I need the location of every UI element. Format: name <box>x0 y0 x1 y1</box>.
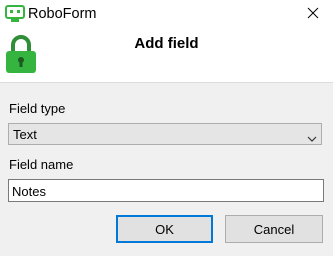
cancel-button[interactable]: Cancel <box>225 215 323 243</box>
ok-button[interactable]: OK <box>116 215 213 243</box>
field-type-value: Text <box>13 127 37 142</box>
close-icon <box>307 6 319 24</box>
cancel-button-label: Cancel <box>253 221 295 237</box>
dialog-heading: Add field <box>134 35 199 52</box>
dialog-header: Add field <box>0 30 333 82</box>
field-type-label: Field type <box>9 101 66 116</box>
close-button[interactable] <box>293 0 333 30</box>
ok-button-label: OK <box>155 221 174 237</box>
header-divider <box>0 82 333 83</box>
field-name-label: Field name <box>9 157 74 172</box>
window-title: RoboForm <box>28 6 97 22</box>
chevron-down-icon <box>307 130 317 148</box>
title-bar: RoboForm <box>0 0 333 30</box>
field-type-select[interactable]: Text <box>8 123 322 145</box>
field-name-value: Notes <box>12 184 46 199</box>
roboform-logo-icon <box>5 5 25 28</box>
field-name-input[interactable]: Notes <box>8 179 324 202</box>
